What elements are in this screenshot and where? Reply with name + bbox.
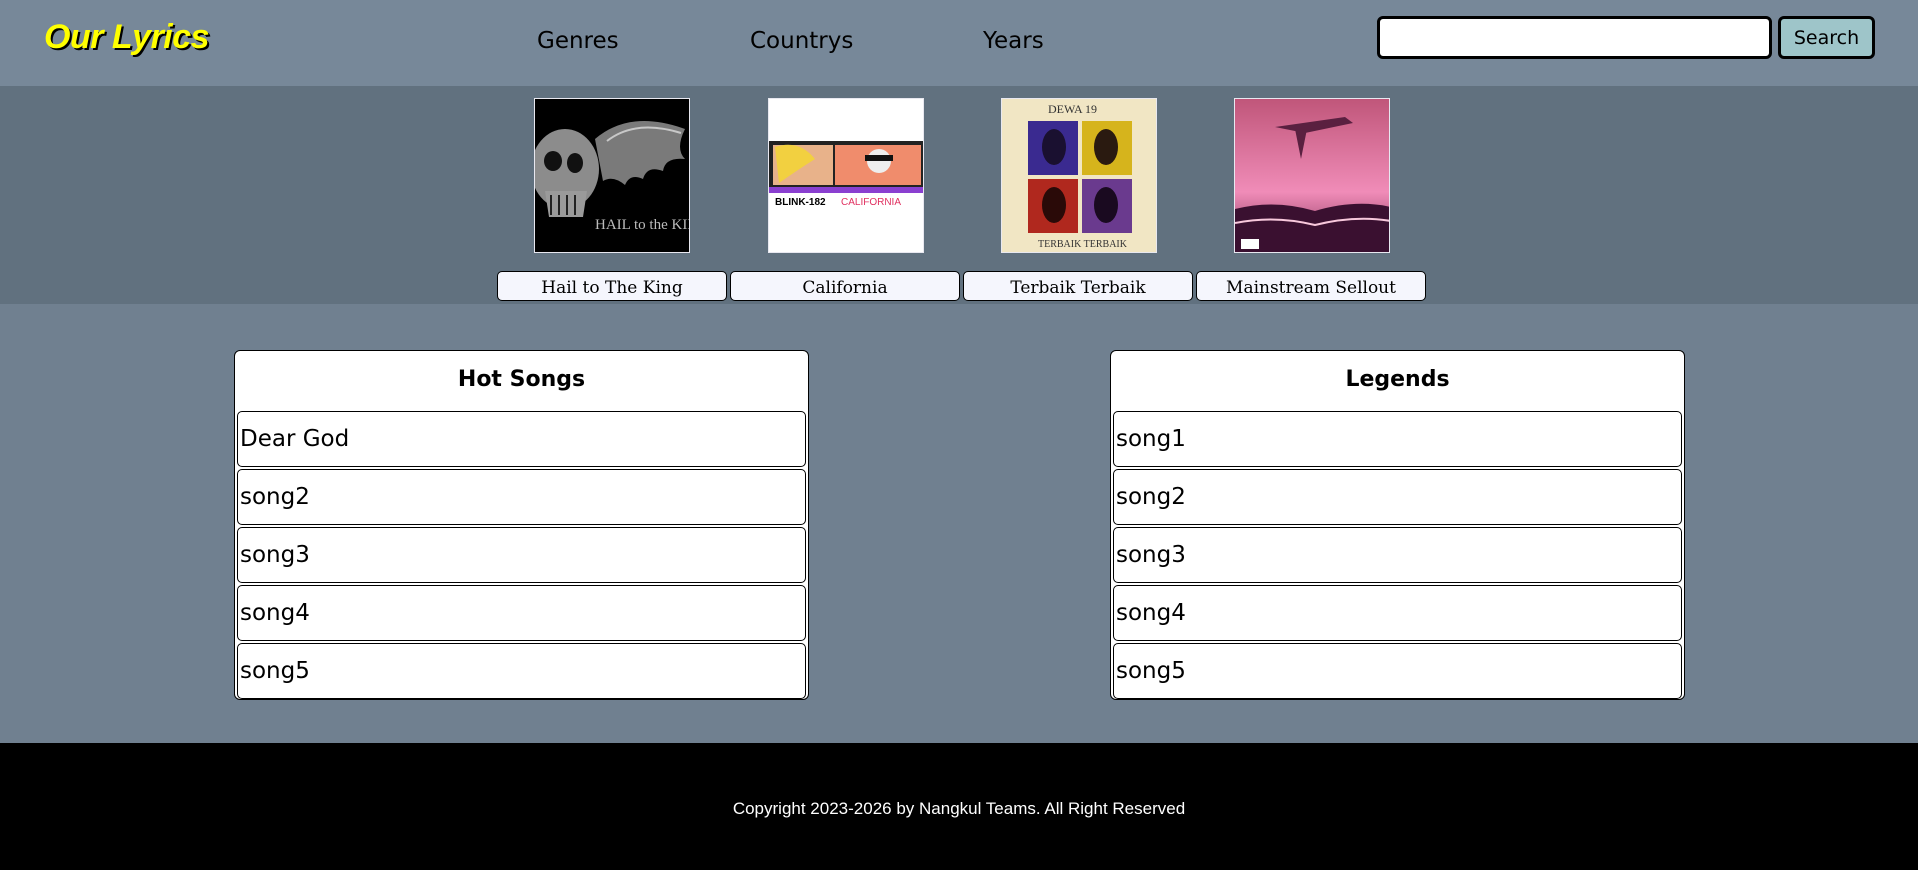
nav-genres[interactable]: Genres [537, 28, 619, 54]
site-footer: Copyright 2023-2026 by Nangkul Teams. Al… [0, 743, 1918, 870]
legend-song-item[interactable]: song1 [1113, 411, 1682, 467]
search-input[interactable] [1377, 16, 1772, 59]
nav-countrys[interactable]: Countrys [750, 28, 853, 54]
legend-song-item[interactable]: song4 [1113, 585, 1682, 641]
featured-albums: HAIL to the KING Hail to The King BLINK-… [0, 86, 1918, 304]
search-button[interactable]: Search [1778, 16, 1875, 59]
legend-song-item[interactable]: song5 [1113, 643, 1682, 699]
album-art-california: BLINK-182 CALIFORNIA [769, 99, 923, 252]
cover-text-dewa: DEWA 19 [1048, 102, 1097, 116]
album-art-dewa-19: DEWA 19 TERBAIK TERBAIK [1002, 99, 1156, 252]
cover-text-california: CALIFORNIA [841, 197, 901, 208]
hot-songs-title: Hot Songs [457, 367, 586, 392]
hot-songs-panel: Hot Songs Dear God song2 song3 song4 son… [234, 350, 809, 700]
legend-song-item[interactable]: song3 [1113, 527, 1682, 583]
cover-text-hail: HAIL to the KING [595, 217, 690, 233]
hot-song-item[interactable]: song2 [237, 469, 806, 525]
nav-years[interactable]: Years [983, 28, 1044, 54]
site-logo[interactable]: Our Lyrics [44, 18, 210, 57]
legends-panel: Legends song1 song2 song3 song4 song5 [1110, 350, 1685, 700]
hot-song-item[interactable]: Dear God [237, 411, 806, 467]
copyright-text: Copyright 2023-2026 by Nangkul Teams. Al… [732, 799, 1186, 818]
album-cover-california[interactable]: BLINK-182 CALIFORNIA [768, 98, 924, 253]
album-label-hail-to-the-king[interactable]: Hail to The King [497, 271, 727, 301]
cover-text-terbaik: TERBAIK TERBAIK [1038, 239, 1128, 250]
hot-song-item[interactable]: song4 [237, 585, 806, 641]
site-header: Our Lyrics Genres Countrys Years Search [0, 0, 1918, 86]
album-cover-hail-to-the-king[interactable]: HAIL to the KING [534, 98, 690, 253]
legends-title: Legends [1345, 367, 1450, 392]
album-label-california[interactable]: California [730, 271, 960, 301]
cover-text-blink: BLINK-182 [775, 197, 826, 208]
album-cover-terbaik-terbaik[interactable]: DEWA 19 TERBAIK TERBAIK [1001, 98, 1157, 253]
album-cover-mainstream-sellout[interactable] [1234, 98, 1390, 253]
legend-song-item[interactable]: song2 [1113, 469, 1682, 525]
album-art-concert-crowd [1235, 99, 1389, 252]
hot-song-item[interactable]: song3 [237, 527, 806, 583]
album-art-skull-bat: HAIL to the KING [535, 99, 690, 252]
album-label-mainstream-sellout[interactable]: Mainstream Sellout [1196, 271, 1426, 301]
album-label-terbaik-terbaik[interactable]: Terbaik Terbaik [963, 271, 1193, 301]
hot-song-item[interactable]: song5 [237, 643, 806, 699]
